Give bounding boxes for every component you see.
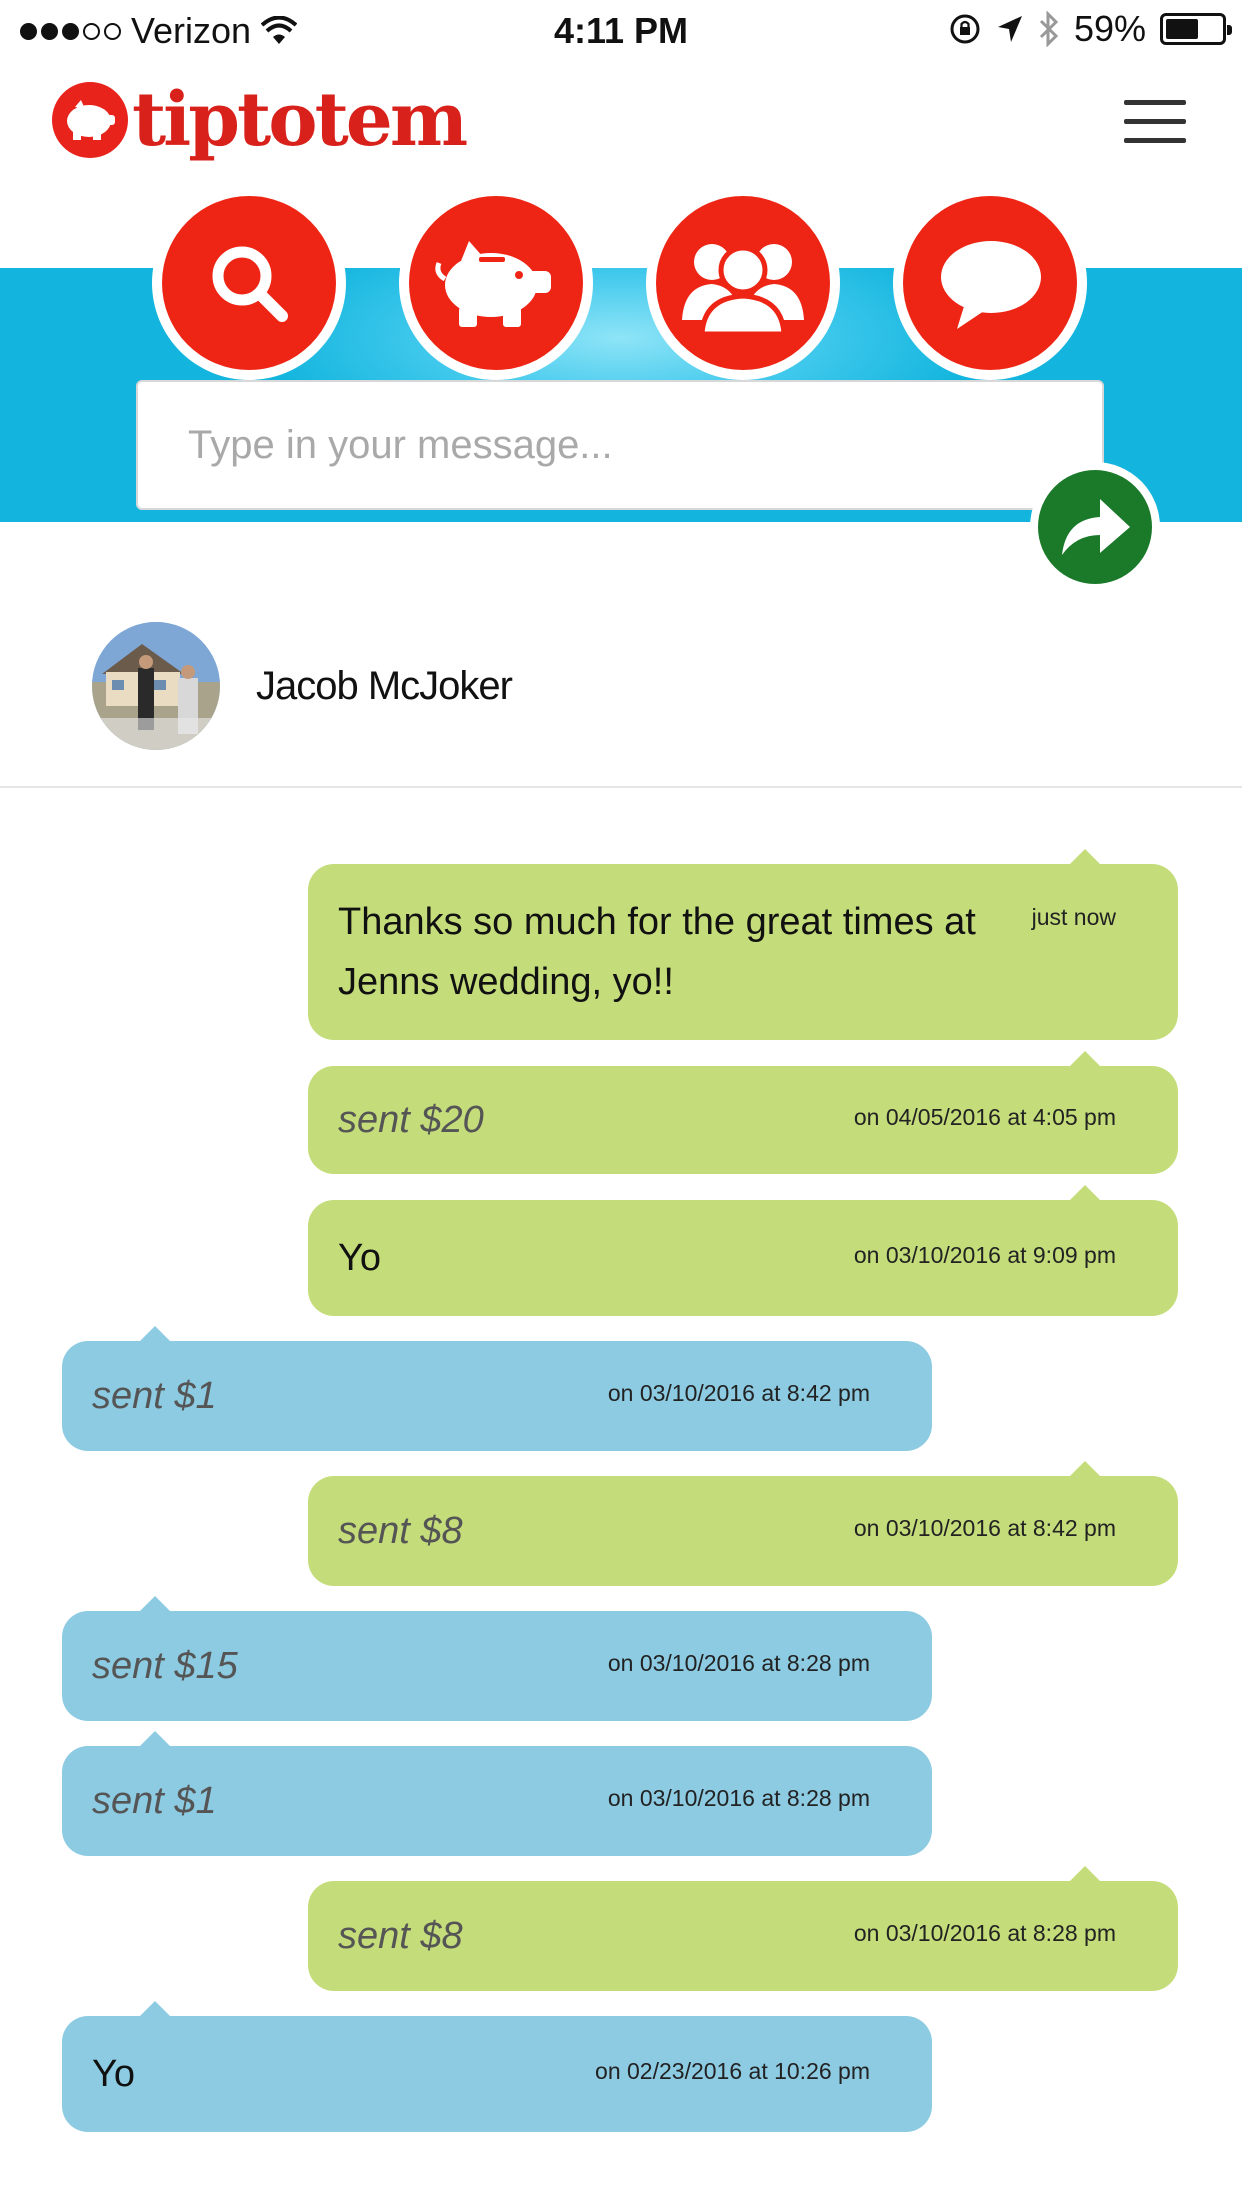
signal-strength-icon <box>20 22 121 40</box>
payment-text: sent $1 <box>92 1375 217 1417</box>
share-arrow-icon <box>1062 499 1130 555</box>
payment-text: sent $20 <box>338 1099 484 1141</box>
message-bubble-outgoing[interactable]: sent $8 on 03/10/2016 at 8:42 pm <box>308 1461 1178 1586</box>
contact-name: Jacob McJoker <box>256 663 513 708</box>
tiptotem-logo[interactable]: tiptotem <box>52 77 468 163</box>
bluetooth-icon <box>1039 11 1059 47</box>
chat-icon <box>941 241 1041 329</box>
message-bubble-outgoing[interactable]: Thanks so much for the great times at Je… <box>308 849 1178 1040</box>
message-input[interactable] <box>136 380 1104 510</box>
message-text: Yo <box>338 1237 381 1279</box>
message-timestamp: on 03/10/2016 at 8:42 pm <box>853 1515 1116 1541</box>
message-bubble-incoming[interactable]: sent $1 on 03/10/2016 at 8:28 pm <box>62 1731 932 1856</box>
logo-piggy-mark-icon <box>52 82 128 158</box>
piggy-bank-icon <box>435 241 551 327</box>
payment-text: sent $1 <box>92 1780 217 1822</box>
message-text: Thanks so much for the great times at Je… <box>338 901 976 1003</box>
message-timestamp: on 02/23/2016 at 10:26 pm <box>595 2058 870 2084</box>
message-bubble-outgoing[interactable]: sent $8 on 03/10/2016 at 8:28 pm <box>308 1866 1178 1991</box>
battery-icon <box>1160 13 1232 45</box>
message-timestamp: on 03/10/2016 at 8:28 pm <box>853 1920 1116 1946</box>
nav-chat-button[interactable] <box>893 186 1087 380</box>
message-timestamp: just now <box>1031 904 1116 930</box>
payment-text: sent $8 <box>338 1915 463 1957</box>
message-bubble-incoming[interactable]: Yo on 02/23/2016 at 10:26 pm <box>62 2001 932 2132</box>
nav-piggy-bank-button[interactable] <box>399 186 593 380</box>
group-icon <box>682 244 804 337</box>
hamburger-menu-icon[interactable] <box>1124 100 1186 148</box>
avatar[interactable] <box>92 622 220 750</box>
search-icon <box>212 246 288 322</box>
payment-text: sent $8 <box>338 1510 463 1552</box>
status-bar-left: Verizon <box>20 10 298 52</box>
wifi-icon <box>261 16 298 44</box>
status-bar: Verizon 4:11 PM 59% <box>0 0 1242 62</box>
message-bubble-outgoing[interactable]: Yo on 03/10/2016 at 9:09 pm <box>308 1185 1178 1316</box>
status-bar-right: 59% <box>948 8 1232 50</box>
carrier-label: Verizon <box>131 10 252 51</box>
divider <box>0 786 1242 788</box>
message-timestamp: on 03/10/2016 at 8:42 pm <box>607 1380 870 1406</box>
logo-wordmark: tiptotem <box>132 77 468 163</box>
battery-percent: 59% <box>1073 8 1146 49</box>
message-bubble-outgoing[interactable]: sent $20 on 04/05/2016 at 4:05 pm <box>308 1051 1178 1174</box>
message-timestamp: on 03/10/2016 at 9:09 pm <box>853 1242 1116 1268</box>
message-timestamp: on 03/10/2016 at 8:28 pm <box>607 1650 870 1676</box>
message-bubble-incoming[interactable]: sent $1 on 03/10/2016 at 8:42 pm <box>62 1326 932 1451</box>
payment-text: sent $15 <box>92 1645 238 1687</box>
message-text: Yo <box>92 2053 135 2095</box>
contact-header[interactable]: Jacob McJoker <box>92 622 513 750</box>
nav-search-button[interactable] <box>152 186 346 380</box>
message-timestamp: on 03/10/2016 at 8:28 pm <box>607 1785 870 1811</box>
nav-friends-button[interactable] <box>646 186 840 380</box>
rotation-lock-icon <box>950 14 980 44</box>
location-arrow-icon <box>997 16 1022 42</box>
message-timestamp: on 04/05/2016 at 4:05 pm <box>853 1104 1116 1130</box>
send-button[interactable] <box>1030 462 1160 592</box>
message-bubble-incoming[interactable]: sent $15 on 03/10/2016 at 8:28 pm <box>62 1596 932 1721</box>
